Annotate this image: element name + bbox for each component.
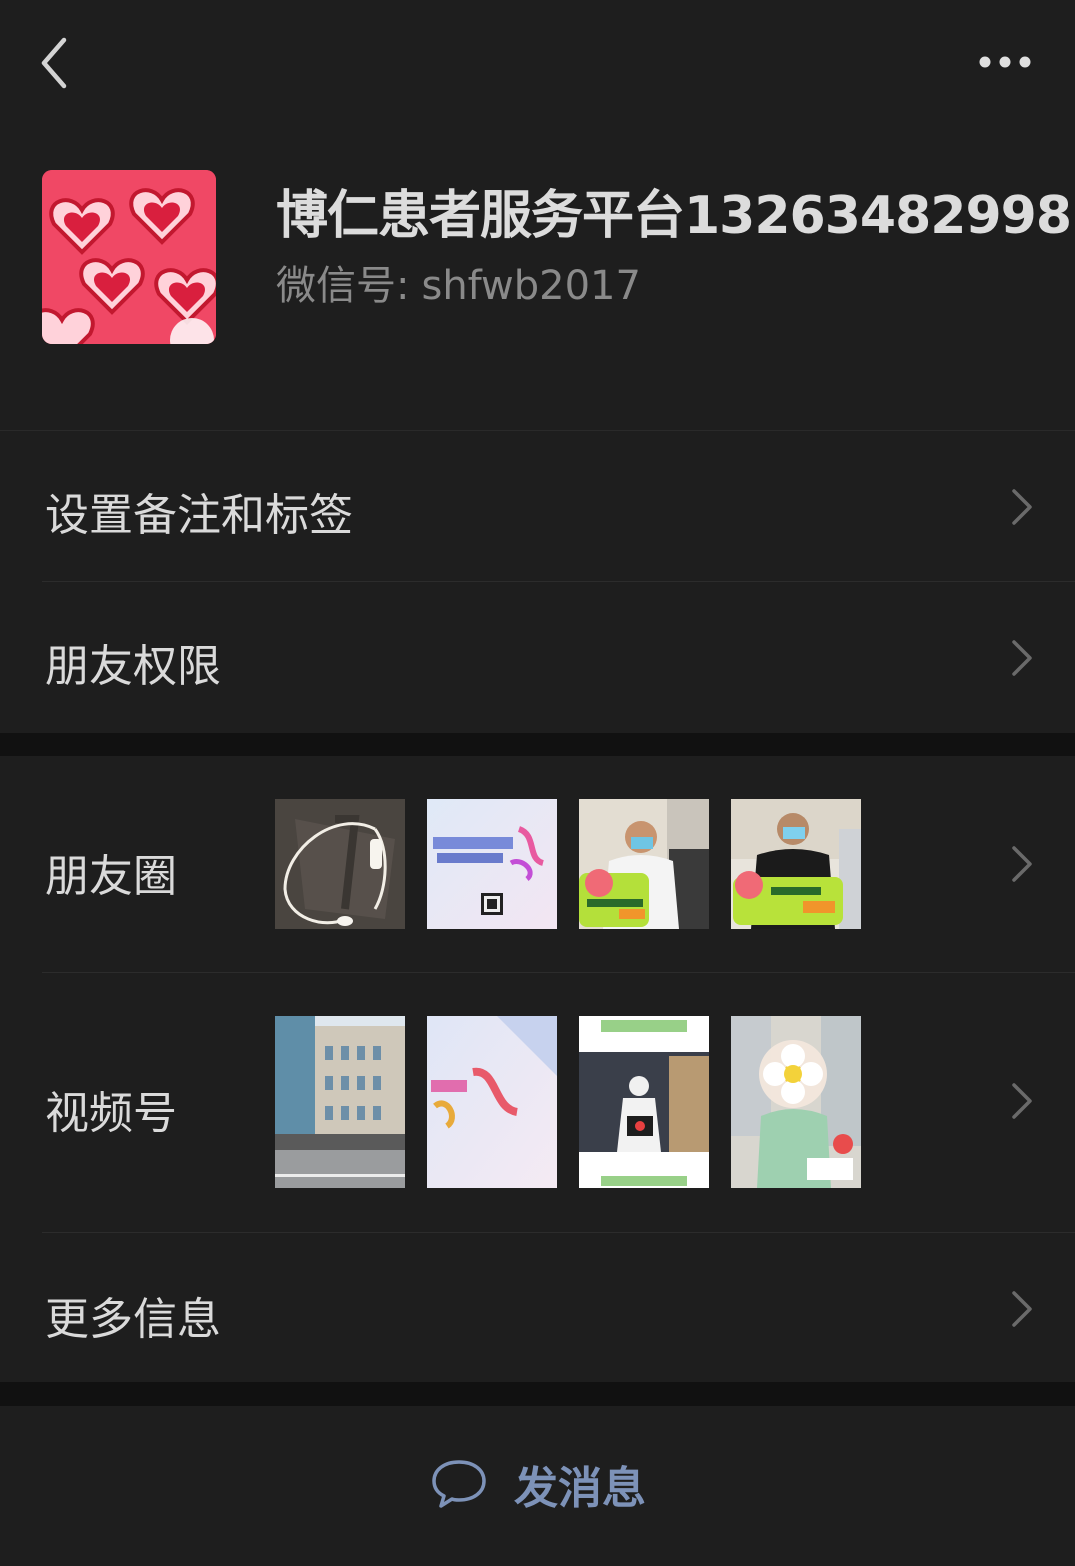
- chevron-right-icon: [1012, 846, 1032, 882]
- contact-profile-screen: 博仁患者服务平台13263482998 微信号: shfwb2017 设置备注和标…: [0, 0, 1075, 1566]
- chat-bubble-icon: [432, 1460, 486, 1508]
- medical-dream-poster: [427, 799, 557, 929]
- channels-thumbnails: [275, 1016, 861, 1188]
- row-more-info[interactable]: 更多信息: [0, 1233, 1075, 1383]
- row-channels[interactable]: 视频号: [0, 973, 1075, 1233]
- chevron-right-icon: [1012, 489, 1032, 525]
- dream-poster: [427, 1016, 557, 1188]
- moments-thumb[interactable]: [275, 799, 405, 929]
- more-options-button[interactable]: [972, 44, 1038, 80]
- donor-with-hero-sign-1: [579, 799, 709, 929]
- action-section: 发消息: [0, 1406, 1075, 1566]
- chevron-right-icon: [1012, 1083, 1032, 1119]
- moments-thumb[interactable]: [579, 799, 709, 929]
- child-with-flower-sticker: [731, 1016, 861, 1188]
- moments-thumbnails: [275, 799, 861, 929]
- wechat-id-value: shfwb2017: [421, 263, 641, 309]
- media-section: 朋友圈 视频号 更多信息: [0, 756, 1075, 1382]
- avatar[interactable]: [42, 170, 216, 344]
- channels-thumb[interactable]: [427, 1016, 557, 1188]
- channels-thumb[interactable]: [731, 1016, 861, 1188]
- channels-label: 视频号: [45, 1088, 177, 1139]
- wechat-id-label: 微信号:: [276, 263, 410, 309]
- hospital-building-photo: [275, 1016, 405, 1188]
- chevron-right-icon: [1012, 640, 1032, 676]
- channels-thumb[interactable]: [275, 1016, 405, 1188]
- settings-section: 设置备注和标签 朋友权限: [0, 430, 1075, 733]
- chevron-left-icon: [41, 37, 67, 89]
- medic-night-photo: [579, 1016, 709, 1188]
- send-message-button[interactable]: 发消息: [430, 1454, 646, 1514]
- more-info-label: 更多信息: [45, 1294, 221, 1345]
- hearts-pattern-image: [42, 170, 216, 344]
- moments-thumb[interactable]: [427, 799, 557, 929]
- remarks-tags-label: 设置备注和标签: [45, 490, 353, 541]
- profile-header: 博仁患者服务平台13263482998 微信号: shfwb2017: [0, 125, 1075, 430]
- row-friend-permissions[interactable]: 朋友权限: [0, 582, 1075, 732]
- moments-label: 朋友圈: [45, 851, 177, 902]
- friend-permissions-label: 朋友权限: [45, 641, 221, 692]
- back-button[interactable]: [34, 34, 78, 92]
- send-message-label: 发消息: [514, 1463, 646, 1514]
- row-remarks-tags[interactable]: 设置备注和标签: [0, 431, 1075, 581]
- channels-thumb[interactable]: [579, 1016, 709, 1188]
- chevron-right-icon: [1012, 1291, 1032, 1327]
- wechat-id: 微信号: shfwb2017: [276, 253, 641, 311]
- moments-thumb[interactable]: [731, 799, 861, 929]
- row-moments[interactable]: 朋友圈: [0, 756, 1075, 972]
- donor-with-hero-sign-2: [731, 799, 861, 929]
- top-bar: [0, 0, 1075, 125]
- profile-name: 博仁患者服务平台13263482998: [276, 186, 1072, 246]
- more-dots-icon: [979, 56, 1031, 68]
- earphones-photo: [275, 799, 405, 929]
